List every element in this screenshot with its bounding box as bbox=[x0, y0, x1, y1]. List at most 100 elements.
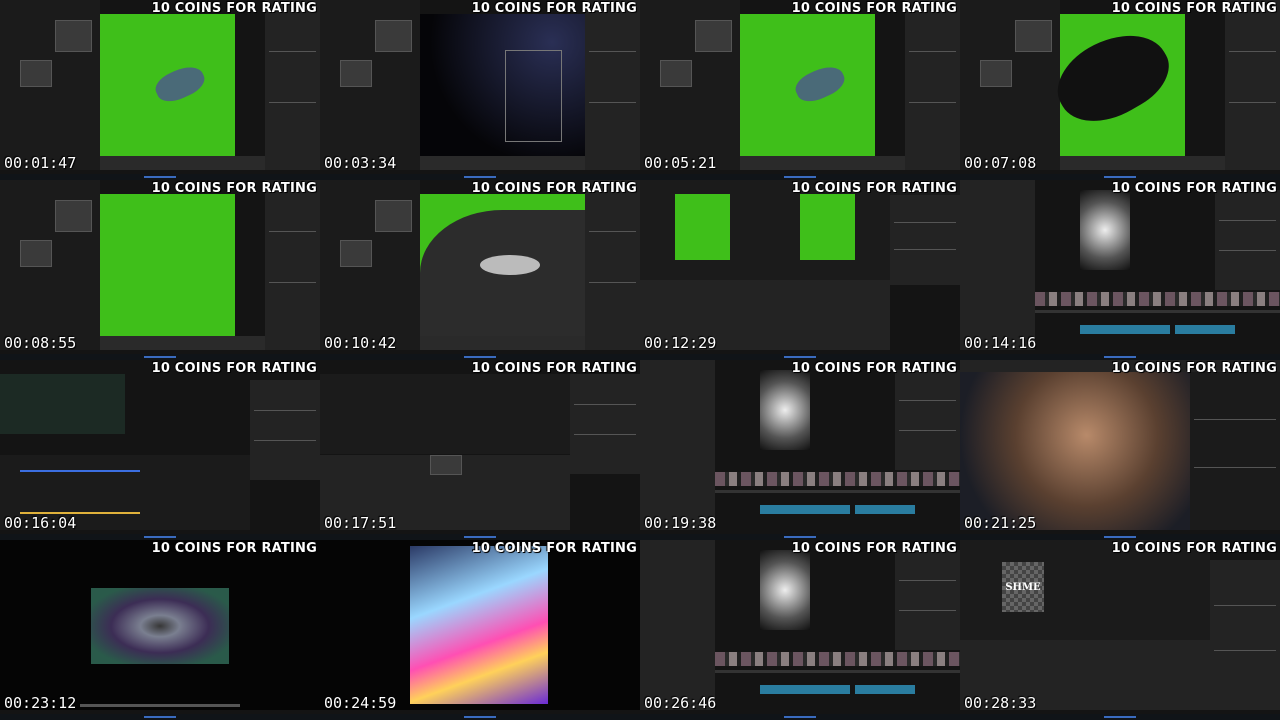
viewer-area bbox=[320, 374, 570, 454]
rating-banner: 10 COINS FOR RATING bbox=[151, 1, 317, 16]
screenshot-tile[interactable]: 10 COINS FOR RATING 00:10:42 bbox=[320, 180, 640, 360]
preview-left bbox=[675, 194, 730, 260]
screenshot-tile[interactable]: 10 COINS FOR RATING 00:08:55 bbox=[0, 180, 320, 360]
headlight bbox=[480, 255, 540, 275]
program-monitor bbox=[760, 550, 810, 630]
media-node bbox=[430, 455, 462, 475]
tile-screen bbox=[0, 0, 320, 180]
camera-frame bbox=[505, 50, 562, 142]
timestamp-label: 00:23:12 bbox=[4, 694, 77, 712]
properties-panel bbox=[265, 0, 320, 170]
screenshot-tile[interactable]: 10 COINS FOR RATING 00:01:47 bbox=[0, 0, 320, 180]
rating-banner: 10 COINS FOR RATING bbox=[791, 1, 957, 16]
timestamp-label: 00:19:38 bbox=[644, 514, 717, 532]
properties-panel bbox=[265, 180, 320, 350]
taskbar bbox=[0, 714, 320, 720]
comments-sidebar bbox=[1190, 372, 1280, 530]
timestamp-label: 00:12:29 bbox=[644, 334, 717, 352]
rating-banner: 10 COINS FOR RATING bbox=[471, 361, 637, 376]
preview-text: SHME bbox=[1005, 581, 1041, 593]
timeline-ruler bbox=[715, 490, 960, 493]
screenshot-tile[interactable]: 10 COINS FOR RATING 00:26:46 bbox=[640, 540, 960, 720]
tile-screen bbox=[320, 0, 640, 180]
seek-bar[interactable] bbox=[80, 704, 240, 707]
timeline-bar bbox=[420, 336, 585, 350]
shader-node bbox=[20, 60, 52, 87]
taskbar bbox=[960, 714, 1280, 720]
rating-banner: 10 COINS FOR RATING bbox=[471, 541, 637, 556]
screenshot-tile[interactable]: 10 COINS FOR RATING 00:05:21 bbox=[640, 0, 960, 180]
inspector-panel bbox=[895, 370, 960, 470]
rating-banner: 10 COINS FOR RATING bbox=[151, 361, 317, 376]
tile-screen bbox=[0, 540, 320, 720]
taskbar bbox=[320, 354, 640, 360]
screenshot-tile[interactable]: 10 COINS FOR RATING 00:16:04 bbox=[0, 360, 320, 540]
media-pool-panel bbox=[960, 180, 1035, 350]
inspector-panel bbox=[250, 380, 320, 480]
taskbar bbox=[640, 534, 960, 540]
screenshot-tile[interactable]: 10 COINS FOR RATING 00:21:25 bbox=[960, 360, 1280, 540]
timestamp-label: 00:07:08 bbox=[964, 154, 1037, 172]
screenshot-tile[interactable]: 10 COINS FOR RATING 00:14:16 bbox=[960, 180, 1280, 360]
screenshot-tile[interactable]: SHME 10 COINS FOR RATING 00:28:33 bbox=[960, 540, 1280, 720]
timeline-ruler bbox=[1035, 310, 1280, 313]
audio-clip[interactable] bbox=[760, 505, 850, 514]
timeline-ruler bbox=[715, 670, 960, 673]
audio-clip[interactable] bbox=[760, 685, 850, 694]
tile-screen bbox=[320, 180, 640, 360]
inspector-panel bbox=[890, 195, 960, 285]
screenshot-tile[interactable]: 10 COINS FOR RATING 00:19:38 bbox=[640, 360, 960, 540]
rating-banner: 10 COINS FOR RATING bbox=[1111, 361, 1277, 376]
screenshot-contact-sheet: 10 COINS FOR RATING 00:01:47 10 COINS FOR … bbox=[0, 0, 1280, 720]
shader-node bbox=[375, 200, 412, 232]
properties-panel bbox=[1225, 0, 1280, 170]
video-track[interactable] bbox=[715, 472, 960, 486]
3d-viewport bbox=[0, 374, 125, 434]
timeline-bar bbox=[740, 156, 905, 170]
screenshot-tile[interactable]: 10 COINS FOR RATING 00:23:12 bbox=[0, 540, 320, 720]
shader-node bbox=[375, 20, 412, 52]
inspector-panel bbox=[895, 550, 960, 650]
tile-screen bbox=[960, 360, 1280, 540]
inspector-panel bbox=[1215, 190, 1280, 290]
green-screen-viewport bbox=[100, 194, 235, 336]
shader-node bbox=[340, 240, 372, 267]
audio-clip[interactable] bbox=[1080, 325, 1170, 334]
video-track[interactable] bbox=[715, 652, 960, 666]
screenshot-tile[interactable]: 10 COINS FOR RATING 00:17:51 bbox=[320, 360, 640, 540]
tile-screen bbox=[640, 540, 960, 720]
audio-clip[interactable] bbox=[855, 685, 915, 694]
rating-banner: 10 COINS FOR RATING bbox=[471, 1, 637, 16]
taskbar bbox=[320, 174, 640, 180]
shader-node bbox=[980, 60, 1012, 87]
screenshot-tile[interactable]: 10 COINS FOR RATING 00:24:59 bbox=[320, 540, 640, 720]
screenshot-tile[interactable]: 10 COINS FOR RATING 00:07:08 bbox=[960, 0, 1280, 180]
taskbar bbox=[0, 174, 320, 180]
timestamp-label: 00:10:42 bbox=[324, 334, 397, 352]
screenshot-tile[interactable]: 10 COINS FOR RATING 00:12:29 bbox=[640, 180, 960, 360]
inspector-panel bbox=[570, 374, 640, 474]
video-frame bbox=[91, 588, 229, 664]
rating-banner: 10 COINS FOR RATING bbox=[151, 541, 317, 556]
shader-node bbox=[1015, 20, 1052, 52]
audio-clip[interactable] bbox=[855, 505, 915, 514]
timestamp-label: 00:08:55 bbox=[4, 334, 77, 352]
tile-screen bbox=[320, 540, 640, 720]
shader-node bbox=[55, 20, 92, 52]
taskbar bbox=[960, 354, 1280, 360]
timestamp-label: 00:14:16 bbox=[964, 334, 1037, 352]
taskbar bbox=[640, 174, 960, 180]
taskbar bbox=[960, 534, 1280, 540]
program-monitor bbox=[760, 370, 810, 450]
timestamp-label: 00:16:04 bbox=[4, 514, 77, 532]
audio-clip[interactable] bbox=[1175, 325, 1235, 334]
taskbar bbox=[0, 534, 320, 540]
tile-screen bbox=[640, 180, 960, 360]
rating-banner: 10 COINS FOR RATING bbox=[151, 181, 317, 196]
timeline-bar bbox=[1060, 156, 1225, 170]
properties-panel bbox=[905, 0, 960, 170]
tile-screen bbox=[640, 0, 960, 180]
screenshot-tile[interactable]: 10 COINS FOR RATING 00:03:34 bbox=[320, 0, 640, 180]
timestamp-label: 00:24:59 bbox=[324, 694, 397, 712]
video-track[interactable] bbox=[1035, 292, 1280, 306]
